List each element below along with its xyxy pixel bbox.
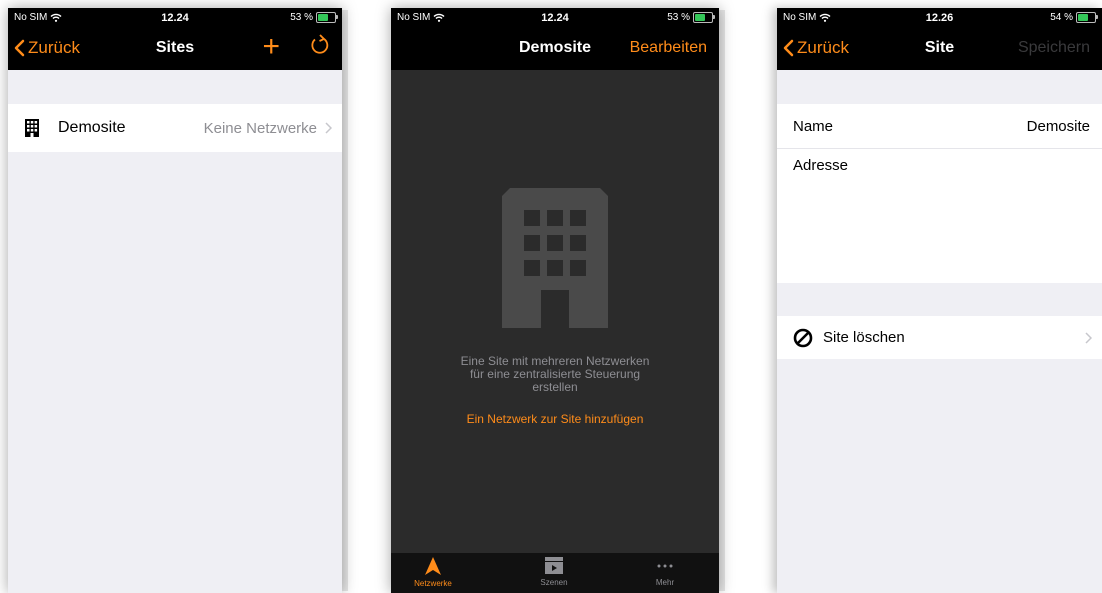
delete-chevron (1085, 331, 1092, 344)
tab-label: Szenen (540, 578, 568, 587)
battery-icon (1076, 12, 1098, 23)
prohibited-icon (793, 328, 813, 347)
battery-percent: 54 % (1050, 12, 1073, 23)
delete-label: Site löschen (823, 329, 905, 346)
battery-icon (316, 12, 338, 23)
empty-state-message: Eine Site mit mehreren Netzwerken für ei… (391, 355, 719, 394)
nav-bar: No SIM 12.24 53 % Zurück Sites + (8, 8, 342, 70)
screen-site-edit: No SIM 12.26 54 % Zurück Site Speichern … (777, 8, 1102, 593)
battery-percent: 53 % (290, 12, 313, 23)
site-name: Demosite (58, 119, 126, 136)
chevron-right-icon (325, 122, 332, 134)
nav-bar: No SIM 12.26 54 % Zurück Site Speichern (777, 8, 1102, 70)
scene-icon (545, 557, 563, 574)
network-icon (425, 557, 441, 575)
battery-percent: 53 % (667, 12, 690, 23)
building-icon (25, 119, 39, 137)
page-title: Sites (155, 39, 195, 56)
networks-label: Keine Netzwerke (203, 119, 317, 137)
name-value[interactable]: Demosite (1027, 118, 1090, 135)
list-item-site[interactable]: Demosite Keine Netzwerke (8, 104, 342, 152)
tab-bar: Netzwerke Szenen Mehr (391, 553, 719, 593)
site-networks-value: Keine Netzwerke (204, 120, 332, 137)
chevron-right-icon (1085, 331, 1092, 344)
more-icon (657, 564, 673, 568)
name-row[interactable]: Name Demosite (777, 104, 1102, 149)
tab-more[interactable]: Mehr (625, 557, 705, 587)
edit-button[interactable]: Bearbeiten (630, 39, 707, 57)
battery: 54 % (1050, 12, 1098, 23)
address-label: Adresse (793, 157, 849, 174)
empty-line-3: erstellen (532, 380, 578, 394)
status-bar: No SIM 12.24 53 % (8, 10, 342, 26)
tab-label: Mehr (655, 578, 675, 587)
save-button[interactable]: Speichern (1018, 39, 1090, 57)
name-label: Name (793, 117, 834, 135)
tab-networks[interactable]: Netzwerke (393, 557, 473, 588)
battery-icon (693, 12, 715, 23)
tab-scenes[interactable]: Szenen (514, 557, 594, 587)
refresh-icon[interactable] (310, 34, 330, 61)
screen-site-detail: No SIM 12.24 53 % Demosite Bearbeiten Ei… (391, 8, 719, 593)
add-icon[interactable]: + (262, 30, 280, 64)
delete-site-row[interactable]: Site löschen (777, 316, 1102, 359)
tab-label: Netzwerke (414, 579, 452, 588)
address-row[interactable]: Adresse (777, 149, 1102, 283)
battery: 53 % (667, 12, 715, 23)
status-bar: No SIM 12.26 54 % (777, 10, 1102, 26)
building-icon (502, 188, 608, 328)
status-bar: No SIM 12.24 53 % (391, 10, 719, 26)
battery: 53 % (290, 12, 338, 23)
screen-sites: No SIM 12.24 53 % Zurück Sites + Demosit… (8, 8, 342, 593)
nav-bar: No SIM 12.24 53 % Demosite Bearbeiten (391, 8, 719, 70)
add-network-link[interactable]: Ein Netzwerk zur Site hinzufügen (391, 412, 719, 426)
